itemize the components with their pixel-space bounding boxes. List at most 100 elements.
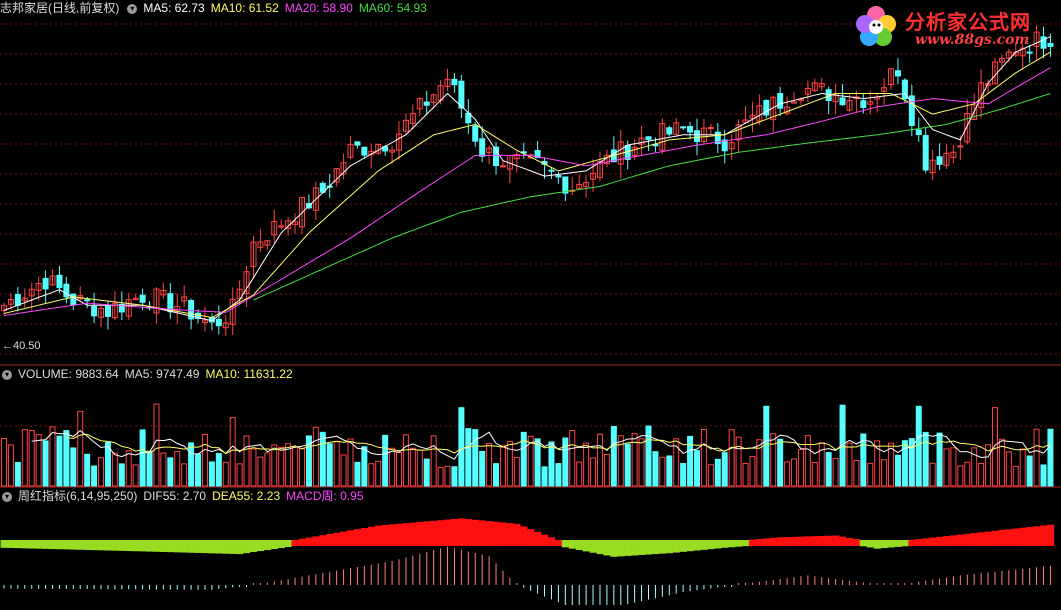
candle-body <box>42 277 49 290</box>
indicator-area-segment <box>804 536 812 546</box>
indicator-area-segment <box>457 518 466 546</box>
indicator-area-segment <box>166 540 175 553</box>
volume-bar <box>784 461 791 487</box>
indicator-area-segment <box>755 538 764 546</box>
stock-name: 志邦家居 <box>0 1 49 15</box>
indicator-area-segment <box>582 540 590 552</box>
indicator-area-segment <box>991 530 999 546</box>
candle-body <box>354 141 361 146</box>
volume-bar <box>292 446 299 487</box>
volume-bar <box>56 435 63 487</box>
indicator-area-segment <box>298 538 306 546</box>
indicator-area-segment <box>714 540 722 549</box>
volume-bar <box>465 428 472 487</box>
volume-bar <box>1012 465 1019 487</box>
candle-body <box>548 169 555 172</box>
indicator-area-segment <box>672 540 680 553</box>
indicator-area-segment <box>520 526 528 546</box>
volume-bar <box>894 454 901 487</box>
indicator-area-segment <box>887 540 895 548</box>
candle-body <box>451 78 458 86</box>
indicator-area-segment <box>485 521 493 546</box>
indicator-area-segment <box>21 540 29 549</box>
volume-bar <box>659 456 666 487</box>
volume-bar <box>229 417 236 487</box>
ma60-value: MA60: 54.93 <box>358 1 427 15</box>
volume-bar <box>333 441 340 487</box>
indicator-area-segment <box>388 524 396 546</box>
volume-bar <box>486 443 493 487</box>
candle-body <box>894 70 901 77</box>
volume-bar <box>409 447 416 487</box>
candle-body <box>645 136 652 141</box>
volume-bar <box>576 461 583 487</box>
indicator-area-segment <box>617 540 625 557</box>
volume-bar <box>493 463 500 487</box>
logo-title: 分析家公式网 <box>905 10 1031 34</box>
indicator-area-segment <box>263 540 272 551</box>
volume-bar <box>825 452 832 487</box>
chevron-down-icon[interactable]: ▾ <box>2 369 12 380</box>
indicator-area-segment <box>35 540 43 549</box>
volume-bar <box>749 455 756 487</box>
candle-body <box>777 93 784 109</box>
indicator-area-segment <box>748 539 757 546</box>
volume-bar <box>1 437 7 487</box>
volume-bar <box>222 461 229 487</box>
volume-bar <box>167 457 174 487</box>
indicator-area-segment <box>450 519 459 546</box>
indicator-area-segment <box>596 540 604 555</box>
indicator-area-segment <box>700 540 708 550</box>
indicator-area-segment <box>589 540 597 553</box>
indicator-area-segment <box>236 540 244 555</box>
candle-body <box>499 165 506 168</box>
indicator-area-segment <box>1046 524 1055 546</box>
candle-body <box>687 126 694 133</box>
volume-bar <box>777 438 784 487</box>
volume-bar <box>472 429 479 487</box>
indicator-area-segment <box>395 523 403 546</box>
indicator-area-segment <box>180 540 188 553</box>
volume-bar <box>763 405 770 487</box>
indicator-area-segment <box>638 540 646 555</box>
volume-bar <box>257 456 264 487</box>
indicator-area-segment <box>374 525 382 546</box>
volume-bar <box>250 448 257 487</box>
low-price-marker: ←40.50 <box>2 340 41 352</box>
volume-bar <box>867 462 874 487</box>
chevron-down-icon[interactable]: ▾ <box>2 491 12 502</box>
indicator-area-segment <box>159 540 168 552</box>
candle-body <box>839 97 846 106</box>
volume-bar <box>174 451 181 487</box>
volume-bar <box>201 433 208 487</box>
volume-bar <box>361 446 368 487</box>
volume-bar <box>846 442 853 487</box>
indicator-area-segment <box>790 536 798 546</box>
main-legend: 志邦家居(日线,前复权) ▾ MA5: 62.73 MA10: 61.52 MA20: … <box>0 0 433 16</box>
indicator-area-segment <box>215 540 223 554</box>
indicator-area-segment <box>0 540 8 548</box>
volume-bar <box>375 460 382 487</box>
indicator-area-segment <box>506 523 514 546</box>
volume-bar <box>978 462 985 487</box>
chevron-down-icon[interactable]: ▾ <box>127 3 138 14</box>
candle-body <box>70 293 77 306</box>
indicator-area-segment <box>686 540 694 552</box>
indicator-area-segment <box>243 540 251 554</box>
indicator-area-segment <box>631 540 639 556</box>
volume-bar <box>188 442 195 487</box>
indicator-area-segment <box>818 535 826 546</box>
indicator-area-segment <box>381 525 389 546</box>
indicator-area-segment <box>270 540 278 550</box>
indicator-area-segment <box>69 540 77 550</box>
indicator-area-segment <box>208 540 216 554</box>
indicator-area-segment <box>547 537 556 546</box>
indicator-area-segment <box>125 540 133 552</box>
volume-bar <box>1040 464 1047 487</box>
volume-bar <box>458 407 465 487</box>
volume-bar <box>548 441 555 487</box>
volume-ma10-value: MA10: 11631.22 <box>205 367 293 381</box>
indicator-area-segment <box>908 539 916 546</box>
indicator-area-segment <box>444 519 452 546</box>
ma10-value: MA10: 61.52 <box>210 1 279 15</box>
